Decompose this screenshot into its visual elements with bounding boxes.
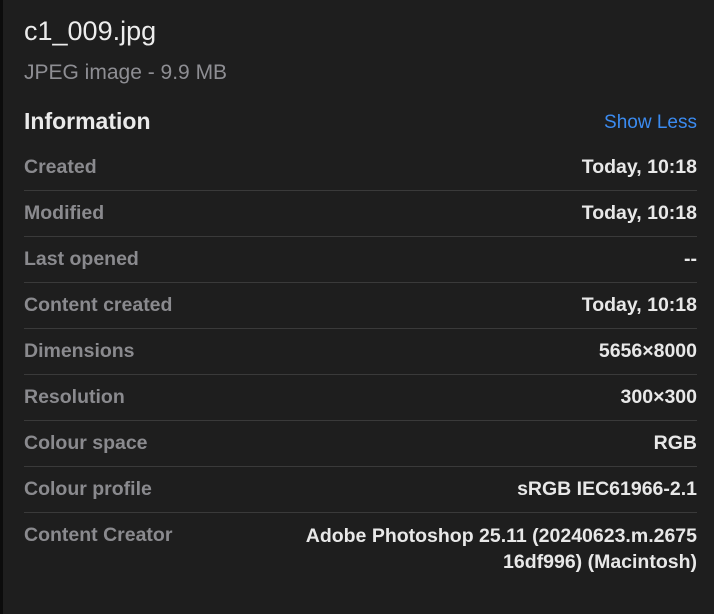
- row-value: Adobe Photoshop 25.11 (20240623.m.2675 16…: [227, 523, 697, 575]
- row-label: Resolution: [24, 386, 125, 408]
- file-kind-size: JPEG image - 9.9 MB: [24, 61, 228, 84]
- row-label: Content Creator: [24, 524, 173, 546]
- row-value-line: Adobe Photoshop 25.11 (20240623.m.2675: [305, 525, 697, 547]
- row-value: 300×300: [620, 386, 697, 408]
- information-rows: Created Today, 10:18 Modified Today, 10:…: [24, 145, 697, 583]
- row-label: Colour space: [24, 432, 148, 454]
- row-value: sRGB IEC61966-2.1: [517, 478, 697, 500]
- info-row-dimensions: Dimensions 5656×8000: [24, 329, 697, 375]
- row-value: --: [684, 248, 697, 270]
- row-value-line: 16df996) (Macintosh): [503, 551, 697, 573]
- row-label: Modified: [24, 202, 105, 224]
- info-row-resolution: Resolution 300×300: [24, 375, 697, 421]
- row-value: Today, 10:18: [581, 156, 697, 178]
- file-name: c1_009.jpg: [24, 16, 157, 46]
- window-edge: [0, 0, 3, 614]
- row-label: Created: [24, 156, 97, 178]
- info-row-created: Created Today, 10:18: [24, 145, 697, 191]
- row-label: Content created: [24, 294, 173, 316]
- information-title: Information: [24, 108, 151, 134]
- row-label: Colour profile: [24, 478, 152, 500]
- row-label: Last opened: [24, 248, 139, 270]
- info-row-colour-space: Colour space RGB: [24, 421, 697, 467]
- show-less-button[interactable]: Show Less: [604, 112, 697, 134]
- info-row-colour-profile: Colour profile sRGB IEC61966-2.1: [24, 467, 697, 513]
- information-section-header: Information Show Less: [24, 106, 697, 140]
- row-value: RGB: [653, 432, 697, 454]
- row-value: Today, 10:18: [581, 294, 697, 316]
- row-value: 5656×8000: [598, 340, 697, 362]
- row-label: Dimensions: [24, 340, 135, 362]
- info-row-content-creator: Content Creator Adobe Photoshop 25.11 (2…: [24, 513, 697, 583]
- row-value: Today, 10:18: [581, 202, 697, 224]
- info-row-modified: Modified Today, 10:18: [24, 191, 697, 237]
- info-row-content-created: Content created Today, 10:18: [24, 283, 697, 329]
- info-row-last-opened: Last opened --: [24, 237, 697, 283]
